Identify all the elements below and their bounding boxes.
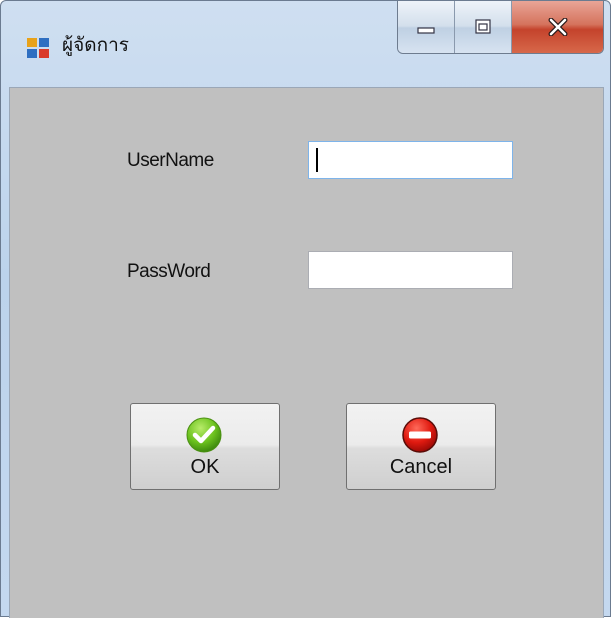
text-caret	[316, 148, 318, 172]
username-input[interactable]	[308, 141, 513, 179]
maximize-button[interactable]	[455, 1, 512, 53]
password-input[interactable]	[308, 251, 513, 289]
maximize-icon	[475, 19, 491, 34]
window-controls	[397, 1, 604, 54]
minimize-icon	[417, 27, 435, 34]
cancel-button-label: Cancel	[389, 456, 453, 478]
close-icon	[548, 18, 567, 36]
window-title: ผู้จัดการ	[62, 35, 129, 56]
close-button[interactable]	[512, 1, 603, 53]
minimize-button[interactable]	[398, 1, 455, 53]
form-client-area: UserName PassWord OK Cancel	[9, 87, 604, 618]
ok-button[interactable]: OK	[130, 403, 280, 490]
password-label: PassWord	[127, 261, 211, 282]
no-entry-icon	[402, 417, 438, 453]
username-label: UserName	[127, 150, 214, 171]
checkmark-icon	[186, 417, 222, 453]
login-window: ผู้จัดการ UserName PassWord OK Cancel	[0, 0, 611, 618]
app-icon	[27, 38, 49, 58]
title-bar[interactable]: ผู้จัดการ	[1, 1, 610, 75]
cancel-button[interactable]: Cancel	[346, 403, 496, 490]
ok-button-label: OK	[190, 456, 220, 478]
